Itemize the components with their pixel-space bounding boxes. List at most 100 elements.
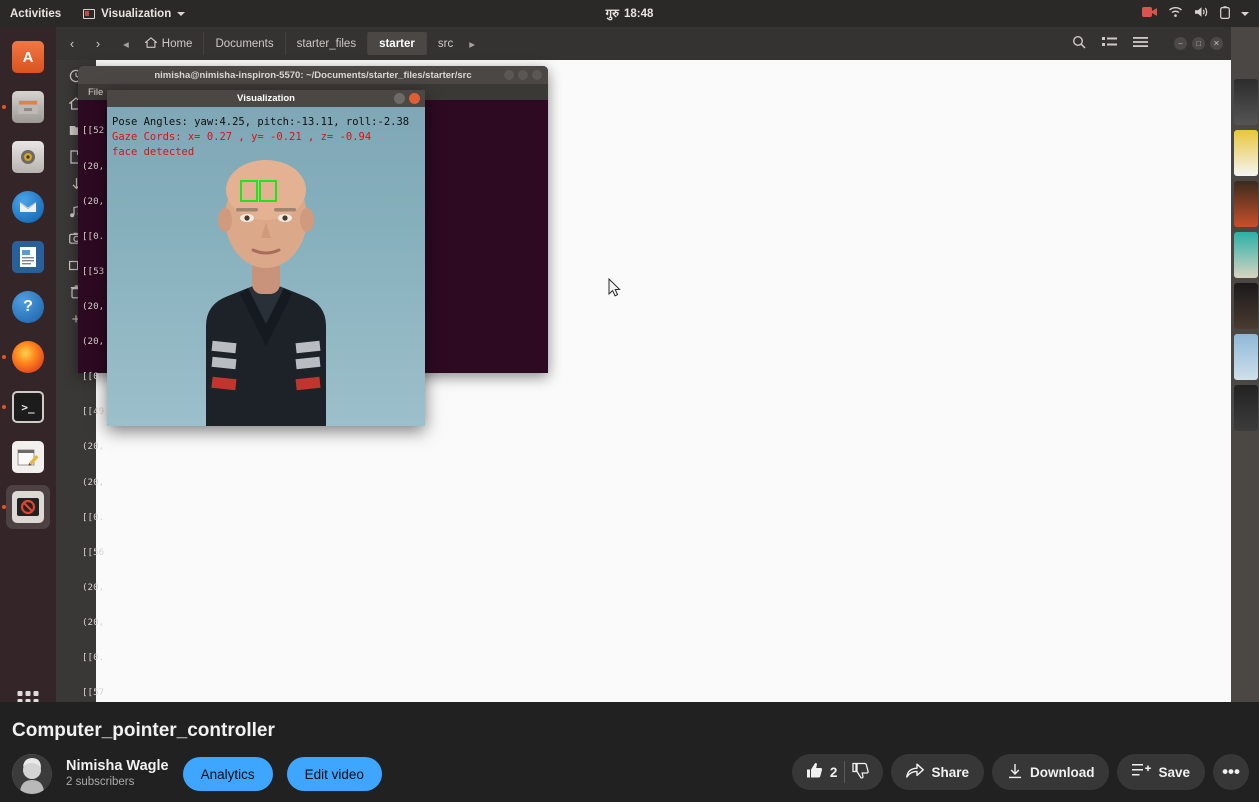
terminal-title: nimisha@nimisha-inspiron-5570: ~/Documen… (154, 69, 472, 81)
video-thumbnail[interactable] (1234, 130, 1258, 176)
terminal-line: (20, (82, 441, 105, 453)
channel-name[interactable]: Nimisha Wagle (66, 758, 169, 775)
maximize-button[interactable]: □ (1192, 37, 1205, 50)
webcam-frame[interactable]: Pose Angles: yaw:4.25, pitch:-13.11, rol… (107, 107, 425, 426)
terminal-line: [[0. (82, 511, 105, 523)
close-button[interactable] (409, 93, 420, 104)
terminal-line: (20, (82, 616, 105, 628)
clock[interactable]: गुरु 18:48 (606, 6, 654, 21)
files-header-bar: ‹ › ◂ Home Documents starter_files start… (56, 27, 1231, 60)
close-button[interactable]: ✕ (1210, 37, 1223, 50)
video-actions: 2 Share Download Save ••• (791, 754, 1249, 790)
dock-item-rhythmbox[interactable] (6, 135, 50, 179)
clock-day: गुरु (605, 6, 619, 20)
video-thumbnail[interactable] (1234, 181, 1258, 227)
terminal-title-bar[interactable]: nimisha@nimisha-inspiron-5570: ~/Documen… (78, 66, 548, 84)
minimize-button[interactable] (394, 93, 405, 104)
battery-icon[interactable] (1220, 5, 1230, 22)
view-list-icon[interactable] (1102, 36, 1117, 51)
app-menu[interactable]: Visualization (83, 8, 186, 20)
divider (844, 761, 846, 783)
download-icon (1007, 763, 1023, 782)
terminal-line: [[57 (82, 687, 105, 699)
libreoffice-writer-icon (12, 241, 44, 273)
page-title: Computer_pointer_controller (12, 720, 275, 741)
face-status-overlay: face detected (112, 146, 195, 158)
minimize-button[interactable]: – (1174, 37, 1187, 50)
running-indicator (2, 355, 6, 359)
visualization-window: Visualization Pose Angles: yaw:4.25, pit… (107, 90, 425, 426)
download-button[interactable]: Download (991, 754, 1110, 790)
youtube-video-bar: Computer_pointer_controller Nimisha Wagl… (0, 702, 1259, 802)
running-indicator (2, 505, 6, 509)
thumbs-up-icon[interactable] (806, 762, 823, 782)
window-controls: – □ ✕ (1174, 37, 1223, 50)
chevron-down-icon[interactable] (1241, 11, 1249, 16)
system-status-area[interactable] (1142, 5, 1249, 22)
visualization-title: Visualization (237, 93, 295, 104)
breadcrumb-scroll-left[interactable]: ◂ (118, 32, 134, 55)
wifi-icon[interactable] (1168, 6, 1183, 21)
terminal-menu-file[interactable]: File (88, 87, 103, 98)
mouse-cursor (608, 277, 621, 297)
dock-item-screen-recorder[interactable] (2, 485, 50, 529)
screen-record-icon[interactable] (1142, 6, 1157, 21)
right-eye-bounding-box (259, 180, 277, 202)
breadcrumb-label: Home (161, 37, 193, 50)
thumbs-down-icon[interactable] (852, 762, 870, 782)
dock-item-ubuntu-software[interactable]: A (6, 35, 50, 79)
chevron-down-icon (177, 11, 186, 16)
ubuntu-software-icon: A (12, 41, 44, 73)
dock-item-libreoffice-writer[interactable] (6, 235, 50, 279)
breadcrumb-item-src[interactable]: src (425, 32, 464, 55)
dock-item-firefox[interactable] (2, 335, 50, 379)
gaze-coords-overlay: Gaze Cords: x= 0.27 , y= -0.21 , z= -0.9… (112, 131, 372, 143)
close-button[interactable] (532, 70, 542, 80)
breadcrumb-item-starter-files[interactable]: starter_files (284, 32, 367, 55)
search-icon[interactable] (1072, 35, 1086, 52)
firefox-icon (12, 341, 44, 373)
analytics-button[interactable]: Analytics (182, 757, 273, 791)
share-button[interactable]: Share (891, 754, 984, 790)
save-label: Save (1158, 764, 1190, 780)
breadcrumb-item-home[interactable]: Home (134, 32, 204, 55)
dock-item-thunderbird[interactable] (6, 185, 50, 229)
more-options-button[interactable]: ••• (1213, 754, 1249, 790)
video-thumbnail[interactable] (1234, 385, 1258, 431)
back-button[interactable]: ‹ (62, 34, 82, 54)
share-label: Share (931, 764, 969, 780)
terminal-line: [[56 (82, 546, 105, 558)
breadcrumb-label: Documents (215, 37, 274, 50)
dock-item-text-editor[interactable] (6, 435, 50, 479)
breadcrumb-item-starter[interactable]: starter (367, 32, 426, 55)
youtube-sidebar-strip[interactable] (1231, 27, 1259, 702)
files-header-actions: – □ ✕ (1072, 35, 1223, 52)
home-icon (143, 36, 158, 51)
forward-button[interactable]: › (88, 34, 108, 54)
dock-item-terminal[interactable]: >_ (2, 385, 50, 429)
video-thumbnail[interactable] (1234, 79, 1258, 125)
running-indicator (2, 105, 6, 109)
activities-button[interactable]: Activities (10, 8, 61, 20)
app-window-icon (83, 8, 96, 19)
gnome-top-bar: Activities Visualization गुरु 18:48 (0, 0, 1259, 27)
video-thumbnail[interactable] (1234, 283, 1258, 329)
breadcrumb-item-documents[interactable]: Documents (203, 32, 284, 55)
like-count: 2 (829, 764, 838, 780)
breadcrumb: ◂ Home Documents starter_files starter s… (118, 27, 480, 60)
maximize-button[interactable] (518, 70, 528, 80)
screen-recorder-icon (12, 491, 44, 523)
save-button[interactable]: Save (1117, 754, 1205, 790)
avatar[interactable] (12, 754, 52, 794)
video-thumbnail[interactable] (1234, 334, 1258, 380)
minimize-button[interactable] (504, 70, 514, 80)
dock-item-files[interactable] (2, 85, 50, 129)
visualization-title-bar[interactable]: Visualization (107, 90, 425, 107)
volume-icon[interactable] (1194, 6, 1209, 21)
dock-item-help[interactable]: ? (6, 285, 50, 329)
edit-video-button[interactable]: Edit video (286, 757, 382, 791)
hamburger-menu-icon[interactable] (1133, 36, 1148, 51)
video-thumbnail[interactable] (1234, 232, 1258, 278)
breadcrumb-scroll-right[interactable]: ▸ (464, 32, 480, 55)
visualization-window-controls (394, 93, 420, 104)
